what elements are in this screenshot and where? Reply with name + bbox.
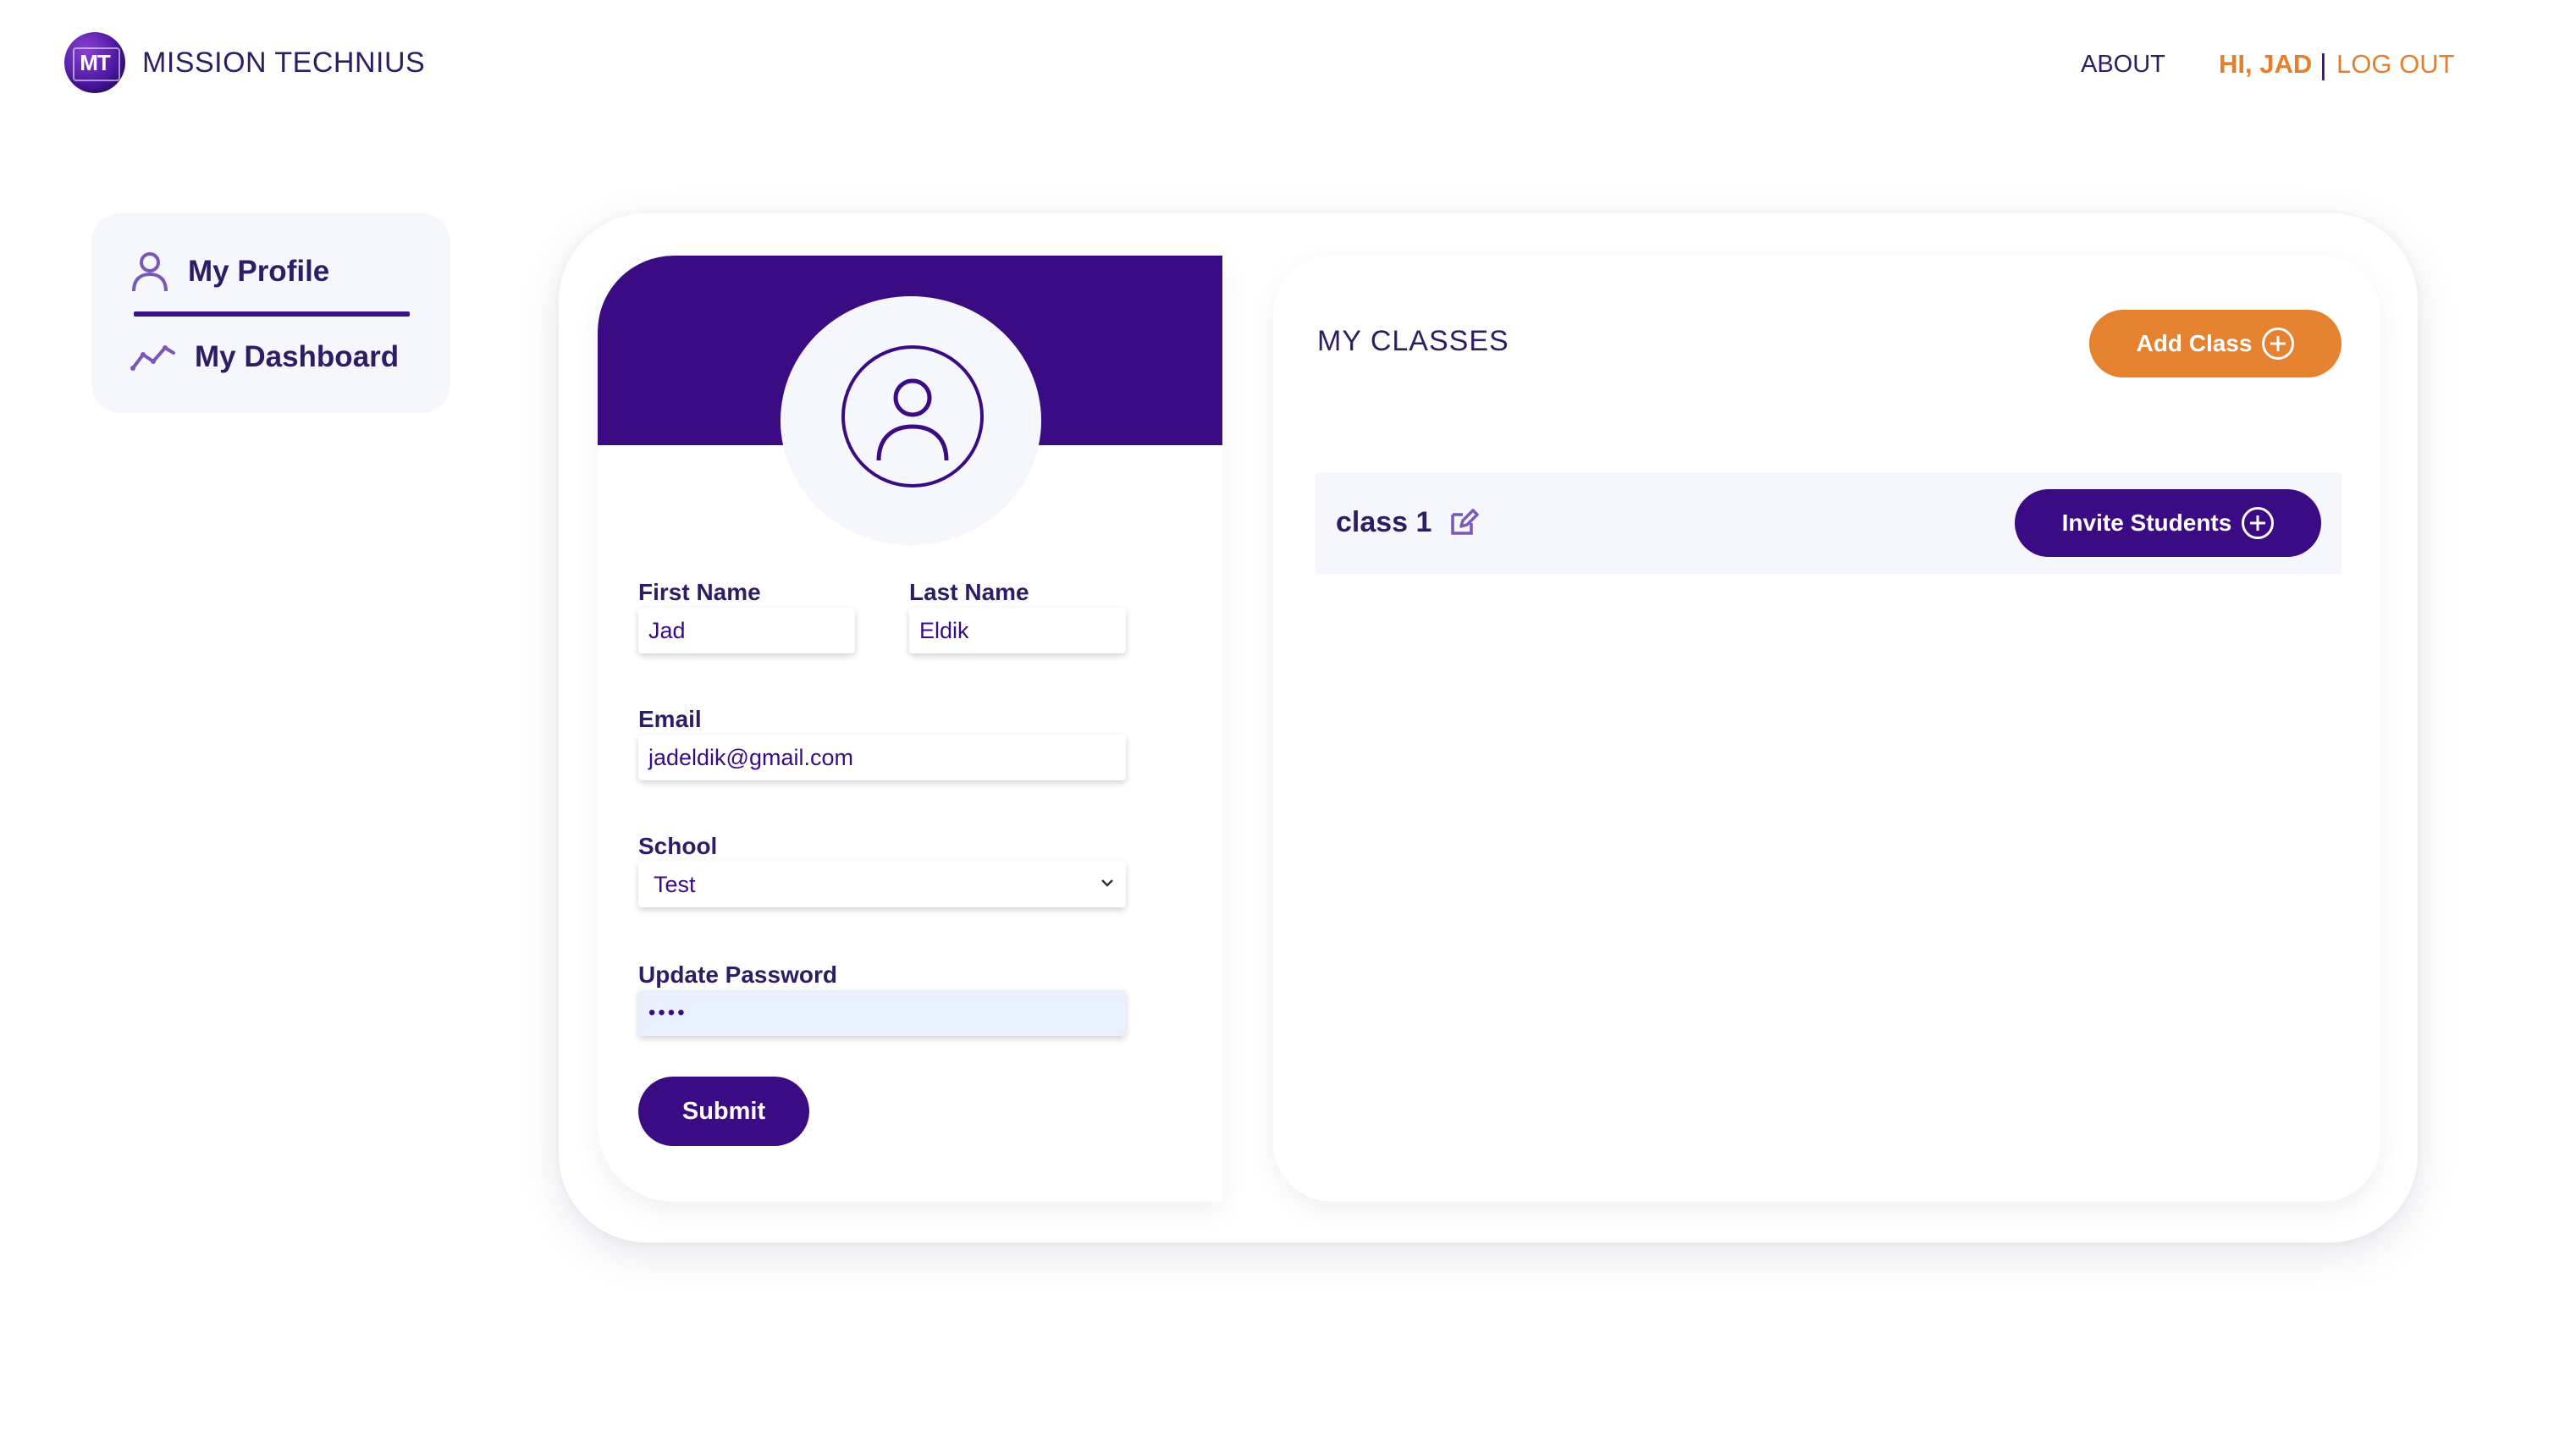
avatar [781,296,1041,545]
first-name-label: First Name [638,579,761,605]
profile-panel: First Name Jad Last Name Eldik Email jad… [598,256,1222,1202]
add-class-button[interactable]: Add Class [2089,310,2342,377]
class-row: class 1 Invite Students [1316,472,2342,574]
sidebar-item-label: My Profile [188,255,330,288]
edit-icon[interactable] [1449,508,1480,537]
invite-students-label: Invite Students [2061,510,2232,536]
user-avatar-icon [876,378,949,461]
active-indicator [134,311,410,317]
plus-circle-icon [2242,507,2275,539]
nav-about-link[interactable]: ABOUT [2081,51,2165,79]
app-name: MISSION TECHNIUS [142,46,426,79]
sidebar-item-my-profile[interactable]: My Profile [130,251,329,293]
submit-button[interactable]: Submit [638,1077,809,1146]
email-label: Email [638,706,702,732]
last-name-label: Last Name [909,579,1029,605]
password-field[interactable]: •••• [638,990,1126,1036]
chevron-down-icon [1101,879,1113,887]
trend-line-icon [130,345,175,371]
sidebar-item-my-dashboard[interactable]: My Dashboard [130,340,399,374]
logout-link[interactable]: LOG OUT [2336,49,2455,80]
school-select[interactable]: Test [638,862,1126,907]
password-label: Update Password [638,961,837,988]
classes-title: MY CLASSES [1317,325,1509,357]
sidebar-item-label: My Dashboard [195,340,400,373]
plus-circle-icon [2262,328,2295,360]
first-name-field[interactable]: Jad [638,608,855,653]
class-name: class 1 [1336,506,1432,538]
user-icon [132,252,168,292]
nav-separator: | [2320,49,2327,81]
school-label: School [638,833,718,859]
avatar-ring [841,345,984,488]
add-class-label: Add Class [2136,330,2253,356]
logo[interactable]: MT MISSION TECHNIUS [64,32,425,93]
sidebar: My Profile My Dashboard [91,213,450,413]
last-name-field[interactable]: Eldik [909,608,1126,653]
school-selected-value: Test [654,871,696,897]
email-field[interactable]: jadeldik@gmail.com [638,735,1126,780]
logo-initials: MT [80,49,111,75]
classes-panel: MY CLASSES Add Class class 1 Invite Stud… [1273,256,2380,1202]
user-greeting: HI, JAD [2219,49,2313,79]
logo-badge: MT [64,32,125,93]
invite-students-button[interactable]: Invite Students [2015,489,2321,557]
